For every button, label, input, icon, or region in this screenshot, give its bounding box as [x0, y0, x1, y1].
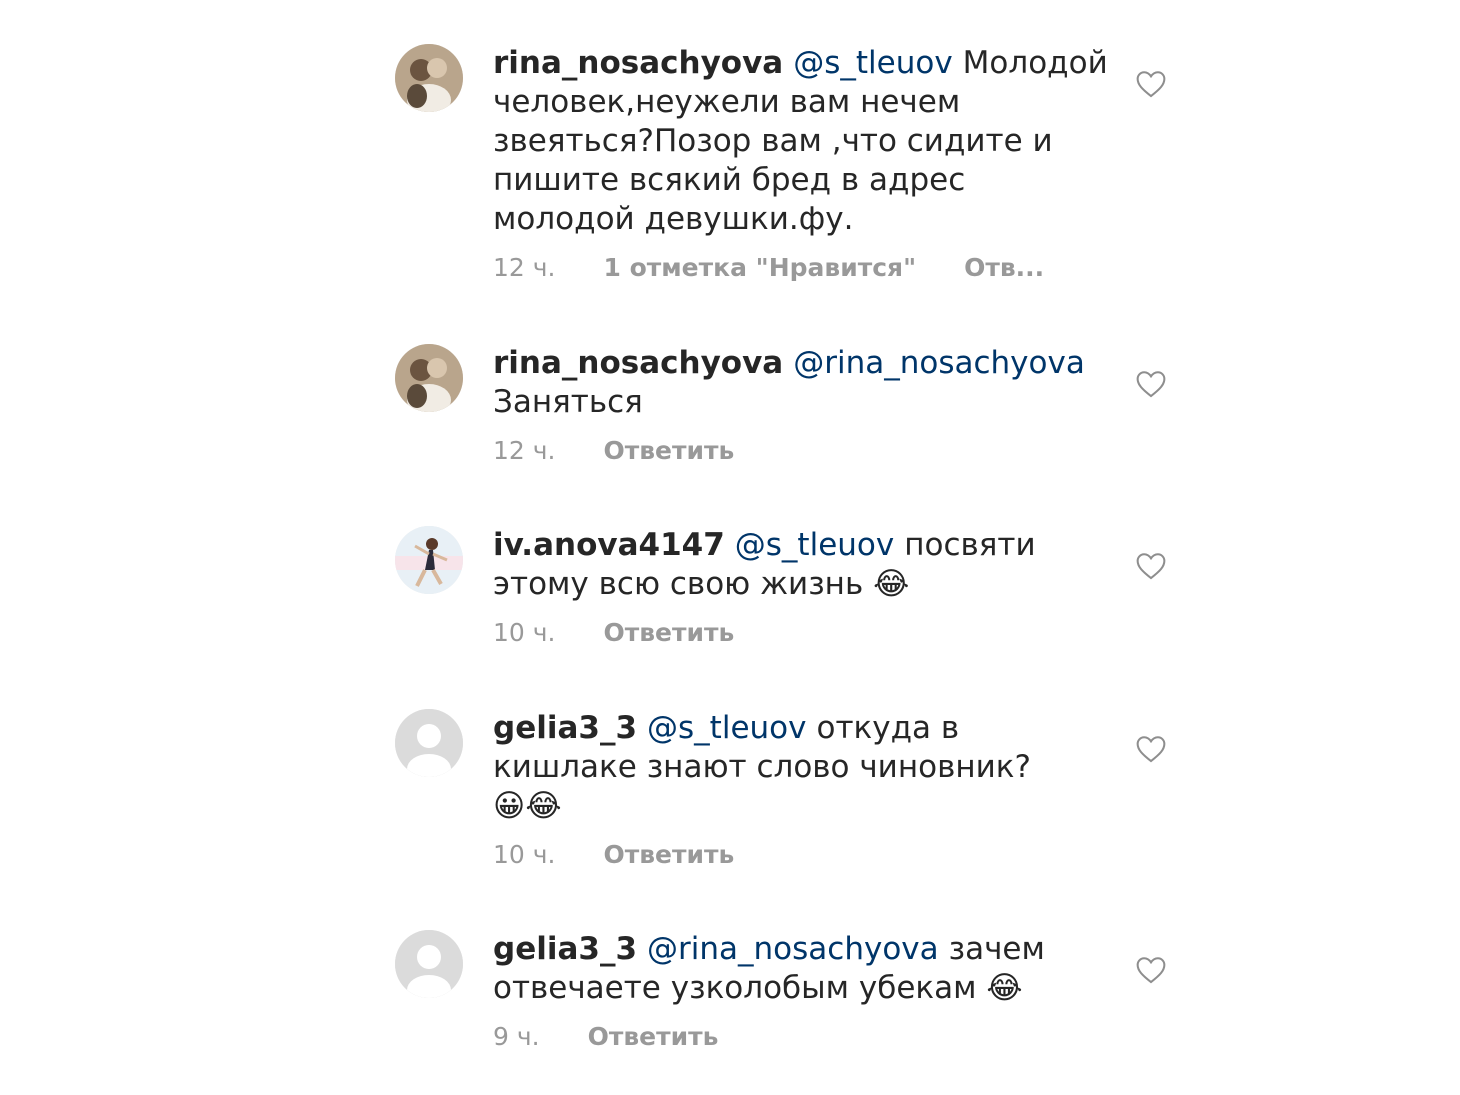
reply-button[interactable]: Ответить: [603, 436, 734, 465]
timestamp: 10 ч.: [493, 618, 556, 647]
reply-button[interactable]: Отв...: [964, 253, 1044, 282]
timestamp: 10 ч.: [493, 840, 556, 869]
mention-link[interactable]: @s_tleuov: [647, 710, 806, 746]
timestamp: 12 ч.: [493, 253, 556, 282]
comment-message: Заняться: [493, 384, 643, 420]
comment-body: iv.anova4147 @s_tleuov посвяти этому всю с…: [493, 526, 1093, 647]
avatar[interactable]: [395, 526, 463, 594]
username-link[interactable]: rina_nosachyova: [493, 45, 783, 81]
mention-link[interactable]: @s_tleuov: [735, 527, 894, 563]
mention-link[interactable]: @s_tleuov: [793, 45, 952, 81]
default-user-icon: [395, 930, 463, 998]
comment-text: rina_nosachyova @s_tleuov Молодой человек,…: [493, 44, 1108, 239]
smiley-laughing-emoji: 😀😂: [493, 788, 562, 824]
heart-outline-icon[interactable]: [1135, 70, 1167, 98]
comment-text: iv.anova4147 @s_tleuov посвяти этому всю с…: [493, 526, 1093, 604]
timestamp: 9 ч.: [493, 1022, 540, 1051]
heart-outline-icon[interactable]: [1135, 735, 1167, 763]
comment-text: gelia3_3 @s_tleuov откуда в кишлаке знают …: [493, 709, 1093, 826]
avatar[interactable]: [395, 344, 463, 412]
mention-link[interactable]: @rina_nosachyova: [647, 931, 939, 967]
username-link[interactable]: gelia3_3: [493, 931, 637, 967]
comment-meta: 9 ч. Ответить: [493, 1022, 1093, 1051]
avatar[interactable]: [395, 709, 463, 777]
comment-text: gelia3_3 @rina_nosachyova зачем отвечаете …: [493, 930, 1093, 1008]
reply-button[interactable]: Ответить: [603, 840, 734, 869]
comment-body: rina_nosachyova @s_tleuov Молодой человек,…: [493, 44, 1108, 282]
comment-body: gelia3_3 @s_tleuov откуда в кишлаке знают …: [493, 709, 1093, 869]
reply-button[interactable]: Ответить: [588, 1022, 719, 1051]
comment-meta: 10 ч. Ответить: [493, 618, 1093, 647]
heart-outline-icon[interactable]: [1135, 956, 1167, 984]
likes-count-link[interactable]: 1 отметка "Нравится": [603, 253, 916, 282]
comment-body: rina_nosachyova @rina_nosachyova Заняться …: [493, 344, 1133, 465]
comment-meta: 12 ч. 1 отметка "Нравится" Отв...: [493, 253, 1093, 282]
mention-link[interactable]: @rina_nosachyova: [793, 345, 1085, 381]
heart-outline-icon[interactable]: [1135, 552, 1167, 580]
comment-meta: 10 ч. Ответить: [493, 840, 1093, 869]
heart-outline-icon[interactable]: [1135, 370, 1167, 398]
avatar[interactable]: [395, 44, 463, 112]
avatar[interactable]: [395, 930, 463, 998]
username-link[interactable]: rina_nosachyova: [493, 345, 783, 381]
comment-text: rina_nosachyova @rina_nosachyova Заняться: [493, 344, 1133, 422]
default-user-icon: [395, 709, 463, 777]
laughing-emoji: 😂: [873, 566, 910, 602]
reply-button[interactable]: Ответить: [603, 618, 734, 647]
timestamp: 12 ч.: [493, 436, 556, 465]
comment-meta: 12 ч. Ответить: [493, 436, 1133, 465]
comment-body: gelia3_3 @rina_nosachyova зачем отвечаете …: [493, 930, 1093, 1051]
username-link[interactable]: iv.anova4147: [493, 527, 725, 563]
laughing-emoji: 😂: [986, 970, 1023, 1006]
username-link[interactable]: gelia3_3: [493, 710, 637, 746]
